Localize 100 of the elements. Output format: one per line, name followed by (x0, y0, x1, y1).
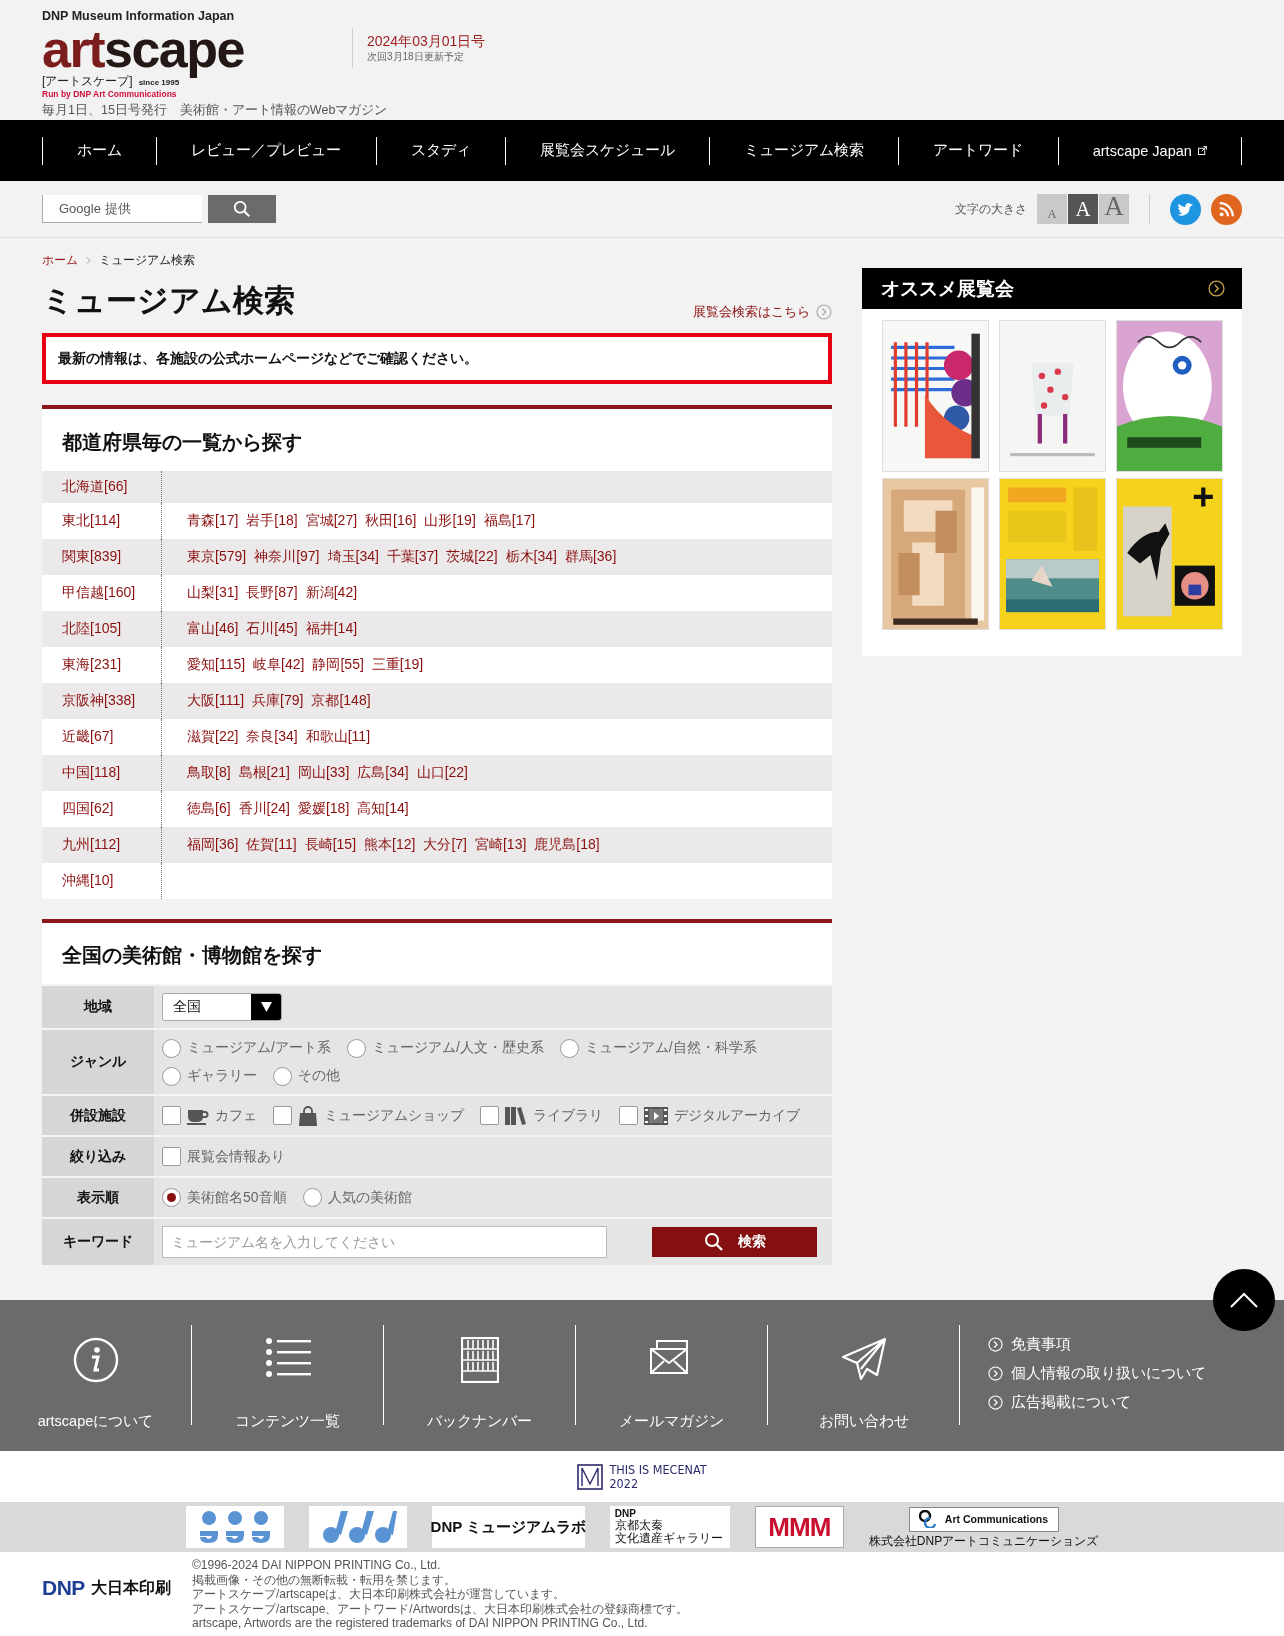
info-icon[interactable] (72, 1337, 119, 1383)
prefecture-link[interactable]: 愛媛[18] (297, 800, 350, 818)
prefecture-link[interactable]: 広島[34] (357, 764, 409, 782)
prefecture-link[interactable]: 長野[87] (246, 584, 298, 602)
prefecture-link[interactable]: 長崎[15] (304, 836, 357, 854)
region-link[interactable]: 北海道[66] (62, 478, 128, 496)
checkbox[interactable] (162, 1106, 181, 1125)
font-size-button[interactable]: A (1037, 194, 1067, 224)
region-link[interactable]: 北陸[105] (62, 620, 122, 638)
prefecture-link[interactable]: 京都[148] (311, 692, 371, 710)
breadcrumb-link[interactable]: ホーム (42, 251, 78, 269)
paper-plane-icon[interactable] (840, 1337, 887, 1383)
footer-link[interactable]: バックナンバー (427, 1412, 532, 1431)
prefecture-link[interactable]: 山梨[31] (187, 584, 239, 602)
search-field[interactable]: Google 提供 (42, 195, 202, 223)
prefecture-link[interactable]: 高知[14] (357, 800, 409, 818)
company-logo[interactable]: DNP (42, 1576, 85, 1600)
nav-link[interactable]: ホーム (77, 141, 123, 160)
prefecture-link[interactable]: 青森[17] (187, 512, 239, 530)
prefecture-link[interactable]: 徳島[6] (187, 800, 231, 818)
footer-link[interactable]: 広告掲載について (988, 1393, 1206, 1412)
prefecture-link[interactable]: 岡山[33] (297, 764, 350, 782)
prefecture-link[interactable]: 石川[45] (246, 620, 298, 638)
radio-button[interactable] (273, 1066, 292, 1086)
prefecture-link[interactable]: 鳥取[8] (187, 764, 231, 782)
prefecture-link[interactable]: 福島[17] (483, 512, 536, 530)
region-link[interactable]: 九州[112] (62, 836, 121, 854)
prefecture-link[interactable]: 富山[46] (187, 620, 239, 638)
region-select[interactable]: 全国 (162, 993, 282, 1021)
prefecture-link[interactable]: 茨城[22] (446, 548, 498, 566)
prefecture-link[interactable]: 山形[19] (424, 512, 476, 530)
partner-logo[interactable]: DNP ミュージアムラボ (431, 1506, 585, 1548)
prefecture-link[interactable]: 兵庫[79] (252, 692, 304, 710)
region-link[interactable]: 京阪神[338] (62, 692, 136, 710)
prefecture-link[interactable]: 岐阜[42] (253, 656, 305, 674)
region-link[interactable]: 東北[114] (62, 512, 121, 530)
prefecture-link[interactable]: 熊本[12] (364, 836, 416, 854)
prefecture-link[interactable]: 東京[579] (187, 548, 247, 566)
prefecture-link[interactable]: 栃木[34] (505, 548, 557, 566)
prefecture-link[interactable]: 宮城[27] (305, 512, 358, 530)
prefecture-link[interactable]: 愛知[115] (187, 656, 246, 674)
nav-link[interactable]: アートワード (933, 141, 1024, 160)
radio-button[interactable] (559, 1038, 579, 1058)
prefecture-link[interactable]: 島根[21] (238, 764, 290, 782)
prefecture-link[interactable]: 宮崎[13] (474, 836, 527, 854)
footer-link[interactable]: コンテンツ一覧 (235, 1412, 340, 1431)
nav-link[interactable]: 展覧会スケジュール (539, 141, 675, 160)
footer-link[interactable]: 個人情報の取り扱いについて (988, 1364, 1206, 1383)
nav-link[interactable]: レビュー／プレビュー (191, 141, 342, 160)
prefecture-link[interactable]: 福井[14] (305, 620, 358, 638)
radio-button[interactable] (346, 1038, 366, 1058)
checkbox[interactable] (162, 1147, 181, 1166)
prefecture-link[interactable]: 埼玉[34] (327, 548, 379, 566)
search-button[interactable] (208, 195, 276, 223)
font-size-button[interactable]: A (1068, 194, 1098, 224)
prefecture-link[interactable]: 千葉[37] (386, 548, 439, 566)
nav-link[interactable]: ミュージアム検索 (744, 141, 865, 160)
keyword-field[interactable]: ミュージアム名を入力してください (162, 1226, 607, 1258)
prefecture-link[interactable]: 群馬[36] (564, 548, 617, 566)
prefecture-link[interactable]: 新潟[42] (305, 584, 358, 602)
radio-button[interactable] (162, 1038, 181, 1058)
mecenat-logo-icon[interactable] (577, 1463, 604, 1490)
checkbox[interactable] (480, 1106, 499, 1125)
region-link[interactable]: 四国[62] (62, 800, 114, 818)
prefecture-link[interactable]: 佐賀[11] (246, 836, 297, 854)
partner-logo[interactable]: MMM (754, 1506, 844, 1548)
prefecture-link[interactable]: 秋田[16] (365, 512, 417, 530)
region-link[interactable]: 中国[118] (62, 764, 121, 782)
region-link[interactable]: 沖縄[10] (62, 872, 114, 890)
prefecture-link[interactable]: 神奈川[97] (254, 548, 320, 566)
shelf-icon[interactable] (460, 1337, 499, 1383)
prefecture-link[interactable]: 大分[7] (423, 836, 467, 854)
prefecture-link[interactable]: 滋賀[22] (187, 728, 239, 746)
search-button[interactable]: 検索 (652, 1227, 817, 1257)
rss-icon[interactable] (1211, 193, 1242, 225)
list-icon[interactable] (264, 1337, 311, 1377)
prefecture-link[interactable]: 静岡[55] (312, 656, 364, 674)
prefecture-link[interactable]: 岩手[18] (246, 512, 298, 530)
bird-icon[interactable] (1170, 193, 1201, 225)
prefecture-link[interactable]: 香川[24] (238, 800, 290, 818)
region-link[interactable]: 甲信越[160] (62, 584, 136, 602)
footer-link[interactable]: artscapeについて (37, 1412, 154, 1431)
checkbox[interactable] (619, 1106, 638, 1125)
region-link[interactable]: 関東[839] (62, 548, 122, 566)
prefecture-link[interactable]: 和歌山[11] (305, 728, 371, 746)
region-link[interactable]: 近畿[67] (62, 728, 114, 746)
prefecture-link[interactable]: 大阪[111] (187, 692, 245, 710)
nav-link[interactable]: スタディ (410, 141, 471, 160)
nav-link[interactable]: artscape Japan (1092, 142, 1207, 159)
prefecture-link[interactable]: 三重[19] (371, 656, 424, 674)
radio-button[interactable] (162, 1188, 181, 1207)
prefecture-link[interactable]: 福岡[36] (187, 836, 239, 854)
radio-button[interactable] (302, 1188, 322, 1207)
checkbox[interactable] (273, 1106, 292, 1125)
footer-link[interactable]: 免責事項 (988, 1335, 1206, 1354)
prefecture-link[interactable]: 奈良[34] (246, 728, 298, 746)
footer-link[interactable]: お問い合わせ (818, 1412, 909, 1431)
radio-button[interactable] (162, 1066, 181, 1086)
partner-logo[interactable]: Art Communications (908, 1506, 1059, 1532)
prefecture-link[interactable]: 鹿児島[18] (534, 836, 600, 854)
